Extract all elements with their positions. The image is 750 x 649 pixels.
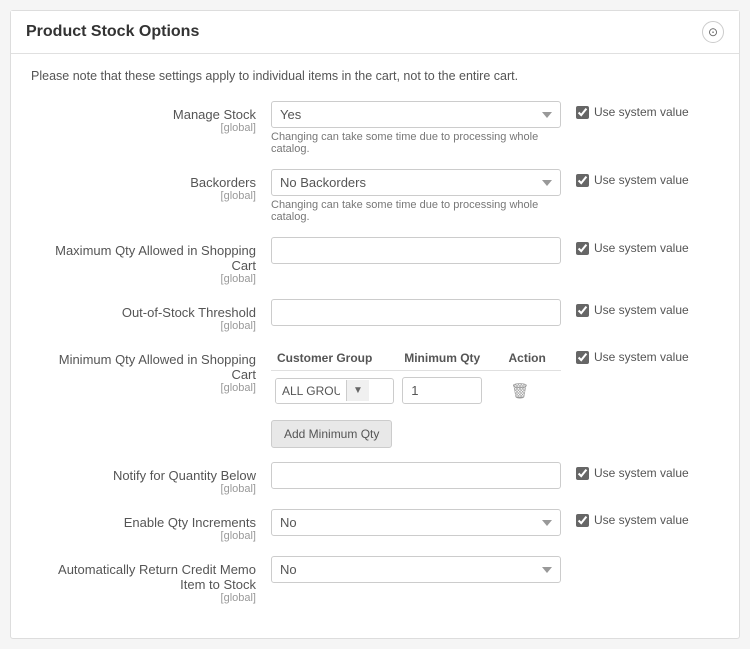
out-of-stock-label: Out-of-Stock Threshold [global] [31,299,271,332]
min-qty-label: Minimum Qty Allowed in Shopping Cart [gl… [31,346,271,394]
auto-return-select[interactable]: No Yes [271,556,561,583]
manage-stock-select[interactable]: Yes No [271,101,561,128]
product-stock-options-panel: Product Stock Options ⊙ Please note that… [10,10,740,639]
action-cell: 🗑 [503,371,562,411]
out-of-stock-checkbox[interactable] [576,304,589,317]
add-min-qty-button[interactable]: Add Minimum Qty [271,420,392,448]
enable-qty-increments-checkbox[interactable] [576,514,589,527]
out-of-stock-control: 0 [271,299,561,326]
backorders-label: Backorders [global] [31,169,271,202]
delete-row-button[interactable]: 🗑 [507,378,534,404]
max-qty-label: Maximum Qty Allowed in Shopping Cart [gl… [31,237,271,285]
enable-qty-increments-row: Enable Qty Increments [global] No Yes Us… [31,509,719,542]
min-qty-system-value: Use system value [576,346,689,364]
notify-below-input[interactable]: 1 [271,462,561,489]
out-of-stock-input[interactable]: 0 [271,299,561,326]
manage-stock-system-value: Use system value [576,101,689,119]
notify-below-system-value: Use system value [576,462,689,480]
enable-qty-increments-select[interactable]: No Yes [271,509,561,536]
notify-below-row: Notify for Quantity Below [global] 1 Use… [31,462,719,495]
auto-return-row: Automatically Return Credit Memo Item to… [31,556,719,604]
backorders-system-value: Use system value [576,169,689,187]
notify-below-control: 1 [271,462,561,489]
enable-qty-increments-control: No Yes [271,509,561,536]
backorders-checkbox[interactable] [576,174,589,187]
backorders-select[interactable]: No Backorders Allow Qty Below 0 Allow Qt… [271,169,561,196]
out-of-stock-system-value: Use system value [576,299,689,317]
panel-title: Product Stock Options [26,23,199,41]
col-customer-group: Customer Group [271,346,398,371]
customer-group-caret[interactable]: ▼ [346,380,369,401]
enable-qty-increments-label: Enable Qty Increments [global] [31,509,271,542]
min-qty-value-input[interactable] [402,377,482,404]
max-qty-checkbox[interactable] [576,242,589,255]
panel-header: Product Stock Options ⊙ [11,11,739,54]
backorders-row: Backorders [global] No Backorders Allow … [31,169,719,223]
col-minimum-qty: Minimum Qty [398,346,502,371]
max-qty-input[interactable]: 10000 [271,237,561,264]
min-qty-control: Customer Group Minimum Qty Action ▼ [271,346,561,448]
manage-stock-control: Yes No Changing can take some time due t… [271,101,561,155]
backorders-control: No Backorders Allow Qty Below 0 Allow Qt… [271,169,561,223]
max-qty-system-value: Use system value [576,237,689,255]
min-qty-checkbox[interactable] [576,351,589,364]
backorders-hint: Changing can take some time due to proce… [271,199,561,223]
notify-below-checkbox[interactable] [576,467,589,480]
collapse-icon: ⊙ [708,25,718,39]
out-of-stock-row: Out-of-Stock Threshold [global] 0 Use sy… [31,299,719,332]
auto-return-label: Automatically Return Credit Memo Item to… [31,556,271,604]
enable-qty-increments-system-value: Use system value [576,509,689,527]
col-action: Action [503,346,562,371]
customer-group-input[interactable] [276,379,346,403]
max-qty-row: Maximum Qty Allowed in Shopping Cart [gl… [31,237,719,285]
manage-stock-hint: Changing can take some time due to proce… [271,131,561,155]
min-qty-table: Customer Group Minimum Qty Action ▼ [271,346,561,410]
min-qty-row: Minimum Qty Allowed in Shopping Cart [gl… [31,346,719,448]
manage-stock-label: Manage Stock [global] [31,101,271,134]
max-qty-control: 10000 [271,237,561,264]
customer-group-cell: ▼ [271,371,398,411]
panel-body: Please note that these settings apply to… [11,54,739,638]
customer-group-select-wrap: ▼ [275,378,394,404]
collapse-button[interactable]: ⊙ [702,21,724,43]
manage-stock-row: Manage Stock [global] Yes No Changing ca… [31,101,719,155]
manage-stock-checkbox[interactable] [576,106,589,119]
notify-below-label: Notify for Quantity Below [global] [31,462,271,495]
min-qty-cell [398,371,502,411]
auto-return-control: No Yes [271,556,561,583]
notice-text: Please note that these settings apply to… [31,69,719,83]
table-row: ▼ 🗑 [271,371,561,411]
